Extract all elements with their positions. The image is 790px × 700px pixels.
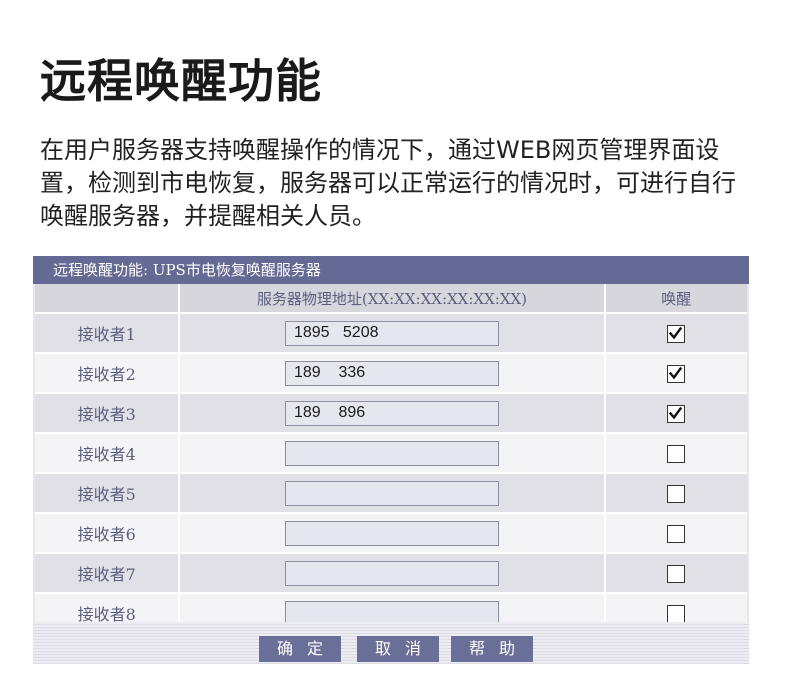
receiver-label: 接收者2 (77, 365, 136, 384)
wake-cell (605, 314, 747, 354)
table-row: 接收者4 (35, 434, 747, 474)
receiver-label-cell: 接收者2 (35, 354, 181, 394)
wake-checkbox[interactable] (667, 484, 686, 503)
wake-checkbox[interactable] (667, 324, 686, 343)
mac-cell (180, 434, 606, 474)
mac-cell (180, 554, 606, 594)
help-button[interactable]: 帮助 (451, 636, 533, 662)
wake-checkbox[interactable] (667, 444, 686, 463)
wake-checkbox[interactable] (667, 524, 686, 543)
receiver-label: 接收者6 (77, 525, 136, 544)
mac-cell (180, 394, 606, 434)
mac-cell (180, 474, 606, 514)
wake-settings-panel: 远程唤醒功能: UPS市电恢复唤醒服务器 服务器物理地址(XX:XX:XX:XX… (33, 256, 749, 664)
cancel-button[interactable]: 取消 (357, 636, 439, 662)
wake-cell (605, 354, 747, 394)
page-heading: 远程唤醒功能 (40, 54, 322, 108)
wake-cell (605, 394, 747, 434)
mac-address-input[interactable] (284, 320, 499, 346)
wake-checkbox[interactable] (667, 604, 686, 623)
receiver-label: 接收者7 (77, 565, 136, 584)
checkmark-icon (669, 326, 683, 340)
table-row: 接收者1 (35, 314, 747, 354)
checkmark-icon (669, 406, 683, 420)
table-row: 接收者5 (35, 474, 747, 514)
table-row: 接收者3 (35, 394, 747, 434)
wake-cell (605, 514, 747, 554)
table-header-row: 服务器物理地址(XX:XX:XX:XX:XX:XX) 唤醒 (35, 284, 747, 314)
header-label (35, 284, 181, 314)
mac-address-input[interactable] (284, 480, 499, 506)
checkmark-icon (669, 366, 683, 380)
header-wake: 唤醒 (605, 284, 747, 314)
mac-cell (180, 514, 606, 554)
receiver-label-cell: 接收者3 (35, 394, 181, 434)
page-description: 在用户服务器支持唤醒操作的情况下，通过WEB网页管理界面设置，检测到市电恢复，服… (40, 136, 736, 230)
wake-checkbox[interactable] (667, 364, 686, 383)
mac-cell (180, 354, 606, 394)
wake-cell (605, 434, 747, 474)
table-row: 接收者7 (35, 554, 747, 594)
receiver-label-cell: 接收者6 (35, 514, 181, 554)
receiver-label-cell: 接收者4 (35, 434, 181, 474)
mac-cell (180, 314, 606, 354)
wake-cell (605, 474, 747, 514)
receiver-label-cell: 接收者1 (35, 314, 181, 354)
mac-address-input[interactable] (284, 440, 499, 466)
table-row: 接收者2 (35, 354, 747, 394)
mac-address-input[interactable] (284, 520, 499, 546)
receiver-label-cell: 接收者7 (35, 554, 181, 594)
mac-address-input[interactable] (284, 360, 499, 386)
wake-checkbox[interactable] (667, 404, 686, 423)
receivers-table: 服务器物理地址(XX:XX:XX:XX:XX:XX) 唤醒 接收者1 接收者2 接收… (35, 284, 747, 634)
wake-cell (605, 554, 747, 594)
confirm-button[interactable]: 确定 (259, 636, 341, 662)
table-row: 接收者6 (35, 514, 747, 554)
mac-address-input[interactable] (284, 400, 499, 426)
panel-title: 远程唤醒功能: UPS市电恢复唤醒服务器 (33, 256, 749, 284)
wake-checkbox[interactable] (667, 564, 686, 583)
receiver-label-cell: 接收者5 (35, 474, 181, 514)
receiver-label: 接收者5 (77, 485, 136, 504)
receiver-label: 接收者1 (77, 325, 136, 344)
receiver-label: 接收者3 (77, 405, 136, 424)
header-mac-address: 服务器物理地址(XX:XX:XX:XX:XX:XX) (180, 284, 606, 314)
receiver-label: 接收者4 (77, 445, 136, 464)
mac-address-input[interactable] (284, 560, 499, 586)
